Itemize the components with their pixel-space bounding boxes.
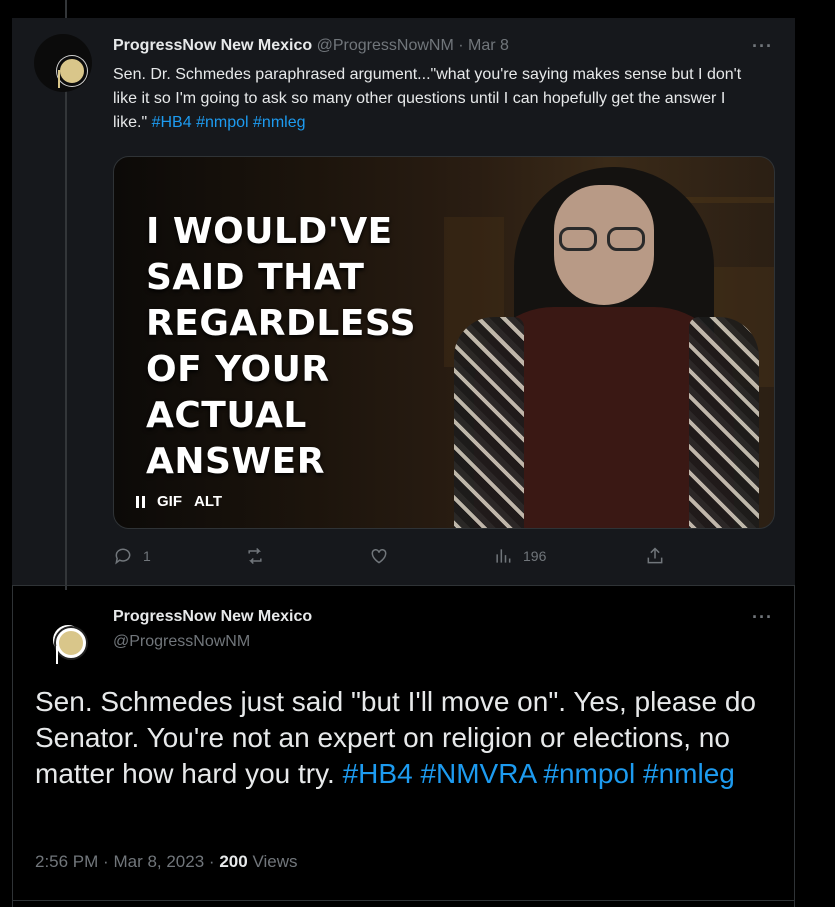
tweet-text: Sen. Dr. Schmedes paraphrased argument..… <box>113 66 742 131</box>
gif-badge: GIF <box>157 493 182 510</box>
divider <box>12 585 795 586</box>
hashtag-link[interactable]: #nmpol <box>543 758 635 789</box>
more-options-icon[interactable]: ··· <box>752 36 773 57</box>
logo-icon <box>57 56 87 86</box>
hashtag-link[interactable]: #nmpol <box>196 114 248 131</box>
analytics-icon <box>496 549 511 563</box>
author-name[interactable]: ProgressNow New Mexico <box>113 37 312 54</box>
tweet-date[interactable]: Mar 8 <box>468 37 509 54</box>
author-handle[interactable]: @ProgressNowNM <box>113 633 312 651</box>
avatar[interactable] <box>34 608 92 666</box>
thread-line <box>65 90 67 590</box>
hashtag-link[interactable]: #nmleg <box>253 114 305 131</box>
author-handle[interactable]: @ProgressNowNM <box>317 37 454 54</box>
reply-button[interactable]: 1 <box>113 546 151 566</box>
retweet-icon <box>248 547 262 565</box>
glasses <box>559 227 647 253</box>
hashtag-link[interactable]: #HB4 <box>152 114 192 131</box>
gif-caption: I WOULD'VE SAID THAT REGARDLESS OF YOUR … <box>146 211 417 482</box>
retweet-button[interactable] <box>245 546 275 566</box>
share-icon <box>647 547 663 564</box>
more-options-icon[interactable]: ··· <box>752 607 773 628</box>
tweet-actions: 1 196 <box>113 546 673 570</box>
gif-controls: GIF ALT <box>136 493 222 510</box>
views-button[interactable]: 196 <box>493 546 546 566</box>
tweet-header: ProgressNow New Mexico @ProgressNowNM <box>113 608 312 651</box>
hashtag-link[interactable]: #nmleg <box>643 758 735 789</box>
tweet-text: Sen. Schmedes just said "but I'll move o… <box>35 686 756 789</box>
views-label: Views <box>252 852 298 871</box>
thread-line-top <box>65 0 67 18</box>
tweet-time[interactable]: 2:56 PM <box>35 852 98 871</box>
author-name[interactable]: ProgressNow New Mexico <box>113 608 312 626</box>
divider <box>12 900 795 901</box>
tweet-meta: 2:56 PM · Mar 8, 2023 · 200 Views <box>35 852 298 871</box>
tweet-header: ProgressNow New Mexico @ProgressNowNM · … <box>113 37 509 54</box>
pause-icon[interactable] <box>136 495 145 508</box>
views-count: 200 <box>219 852 248 871</box>
hashtag-link[interactable]: #HB4 <box>343 758 413 789</box>
heart-icon <box>371 548 387 564</box>
logo-icon <box>56 628 86 658</box>
tweet-date[interactable]: Mar 8, 2023 <box>113 852 204 871</box>
avatar[interactable] <box>34 34 92 92</box>
share-button[interactable] <box>645 546 665 566</box>
top-strip <box>12 0 795 18</box>
gif-media[interactable]: I WOULD'VE SAID THAT REGARDLESS OF YOUR … <box>113 156 775 529</box>
hashtag-link[interactable]: #NMVRA <box>420 758 535 789</box>
like-button[interactable] <box>369 546 399 566</box>
alt-badge[interactable]: ALT <box>194 493 222 510</box>
reply-icon <box>115 548 131 565</box>
